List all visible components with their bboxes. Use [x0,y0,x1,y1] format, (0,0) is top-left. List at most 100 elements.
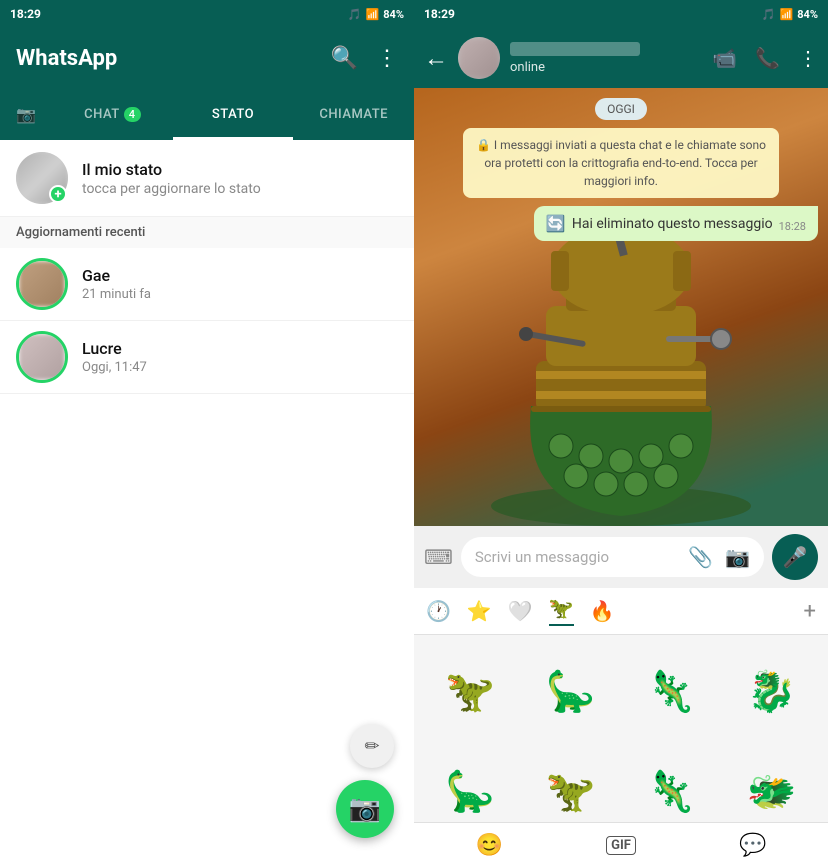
right-panel: 18:29 🎵 📶 84% ← online 📹 📞 ⋮ [414,0,828,868]
deleted-msg-time: 18:28 [779,220,806,233]
sticker-tab-fire[interactable]: 🔥 [590,599,615,623]
deleted-message-bubble: 🔄 Hai eliminato questo messaggio 18:28 [534,206,818,241]
sticker-add-icon[interactable]: + [804,599,816,624]
messages-overlay: OGGI 🔒 I messaggi inviati a questa chat … [414,88,828,251]
sticker-panel: 🕐 ⭐ 🤍 🦖 🔥 + 🦖 🦕 🦎 🐉 🦕 🦖 🦎 🐲 🦖 🦕 🐉 🦎 � [414,588,828,868]
lucre-info: Lucre Oggi, 11:47 [82,339,147,375]
battery-left: 84% [383,8,404,21]
tab-chiamate[interactable]: CHIAMATE [293,88,414,140]
sticker-tab-dino[interactable]: 🦖 [549,596,574,626]
status-contact-lucre[interactable]: Lucre Oggi, 11:47 [0,321,414,394]
gae-info: Gae 21 minuti fa [82,266,151,302]
sticker-8[interactable]: 🐲 [724,744,821,823]
status-icons-right: 🎵 📶 84% [762,8,818,21]
my-status-row[interactable]: + Il mio stato tocca per aggiornare lo s… [0,140,414,217]
sticker-6[interactable]: 🦖 [523,744,620,823]
camera-icon: 📷 [16,105,36,124]
tab-camera[interactable]: 📷 [0,105,52,124]
input-right-icons: 📎 📷 [688,545,750,569]
date-badge: OGGI [595,98,647,120]
my-status-subtitle: tocca per aggiornare lo stato [82,181,261,197]
chat-badge: 4 [124,107,141,122]
sticker-tab-star[interactable]: ⭐ [467,599,492,623]
lucre-avatar [16,331,68,383]
status-bar-right: 18:29 🎵 📶 84% [414,0,828,28]
sticker-tabs-bar: 🕐 ⭐ 🤍 🦖 🔥 + [414,588,828,635]
tab-stato[interactable]: STATO [173,88,294,140]
camera-fab-icon: 📷 [349,794,381,824]
edit-icon: ✏ [364,736,379,757]
keyboard-icon[interactable]: ⌨ [424,545,453,569]
deleted-msg-icon: 🔄 [546,214,566,233]
time-right: 18:29 [424,7,455,21]
tabs-bar: 📷 CHAT 4 STATO CHIAMATE [0,88,414,140]
sticker-7[interactable]: 🦎 [623,744,720,823]
sticker-tab-heart[interactable]: 🤍 [508,599,533,623]
lucre-time: Oggi, 11:47 [82,360,147,375]
chat-online-status: online [510,60,702,75]
status-contact-gae[interactable]: Gae 21 minuti fa [0,248,414,321]
battery-right: 84% [797,8,818,21]
search-icon[interactable]: 🔍 [331,46,358,71]
message-input-container[interactable]: Scrivi un messaggio 📎 📷 [461,537,764,577]
chat-header-actions: 📹 📞 ⋮ [712,46,818,70]
chat-contact-info[interactable]: online [510,42,702,75]
gae-name: Gae [82,266,151,285]
lucre-name: Lucre [82,339,147,358]
my-avatar: + [16,152,68,204]
sticker-2[interactable]: 🦕 [523,643,620,740]
signal-icon: 📶 [366,8,380,21]
app-title: WhatsApp [16,46,117,71]
fab-container: ✏ 📷 [336,724,394,838]
chat-header: ← online 📹 📞 ⋮ [414,28,828,88]
add-status-dot: + [49,185,67,203]
sticker-3[interactable]: 🦎 [623,643,720,740]
sticker-1[interactable]: 🦖 [422,643,519,740]
gif-label[interactable]: GIF [606,836,636,855]
voice-call-icon[interactable]: 📞 [755,46,780,70]
chat-messages-area: OGGI 🔒 I messaggi inviati a questa chat … [414,88,828,526]
fab-edit-button[interactable]: ✏ [350,724,394,768]
system-message[interactable]: 🔒 I messaggi inviati a questa chat e le … [463,128,778,198]
mic-icon: 🎤 [783,545,808,569]
my-status-name: Il mio stato [82,160,261,179]
tab-chiamate-label: CHIAMATE [319,107,388,122]
gae-avatar [16,258,68,310]
back-button[interactable]: ← [424,44,448,73]
sticker-4[interactable]: 🐉 [724,643,821,740]
tab-stato-label: STATO [212,107,254,122]
sticker-icon[interactable]: 💬 [739,833,766,858]
mic-button[interactable]: 🎤 [772,534,818,580]
sticker-bottom-bar: 😊 GIF 💬 [414,822,828,868]
my-status-text: Il mio stato tocca per aggiornare lo sta… [82,160,261,197]
tab-chat-label: CHAT [84,107,120,122]
status-bar-left: 18:29 🎵 📶 84% [0,0,414,28]
menu-icon[interactable]: ⋮ [376,46,398,71]
status-icons-left: 🎵 📶 84% [348,8,404,21]
message-input-placeholder[interactable]: Scrivi un messaggio [475,548,680,566]
spotify-icon-right: 🎵 [762,8,776,21]
header-icons: 🔍 ⋮ [331,46,398,71]
video-call-icon[interactable]: 📹 [712,46,737,70]
left-panel: 18:29 🎵 📶 84% WhatsApp 🔍 ⋮ 📷 CHAT 4 STAT… [0,0,414,868]
chat-menu-icon[interactable]: ⋮ [798,46,818,70]
input-bar: ⌨ Scrivi un messaggio 📎 📷 🎤 [414,526,828,588]
signal-icon-right: 📶 [780,8,794,21]
spotify-icon: 🎵 [348,8,362,21]
sticker-grid: 🦖 🦕 🦎 🐉 🦕 🦖 🦎 🐲 🦖 🦕 🐉 🦎 [414,635,828,822]
emoji-icon[interactable]: 😊 [476,833,503,858]
sticker-tab-clock[interactable]: 🕐 [426,599,451,623]
camera-input-icon[interactable]: 📷 [725,545,750,569]
chat-contact-avatar[interactable] [458,37,500,79]
tab-chat[interactable]: CHAT 4 [52,88,173,140]
recent-label: Aggiornamenti recenti [0,217,414,248]
dalek-illustration [471,206,771,526]
sticker-5[interactable]: 🦕 [422,744,519,823]
gae-time: 21 minuti fa [82,287,151,302]
fab-camera-button[interactable]: 📷 [336,780,394,838]
attachment-icon[interactable]: 📎 [688,545,713,569]
left-header: WhatsApp 🔍 ⋮ [0,28,414,88]
chat-contact-name-blurred [510,42,640,56]
time-left: 18:29 [10,7,41,21]
deleted-msg-text: Hai eliminato questo messaggio [572,216,773,232]
